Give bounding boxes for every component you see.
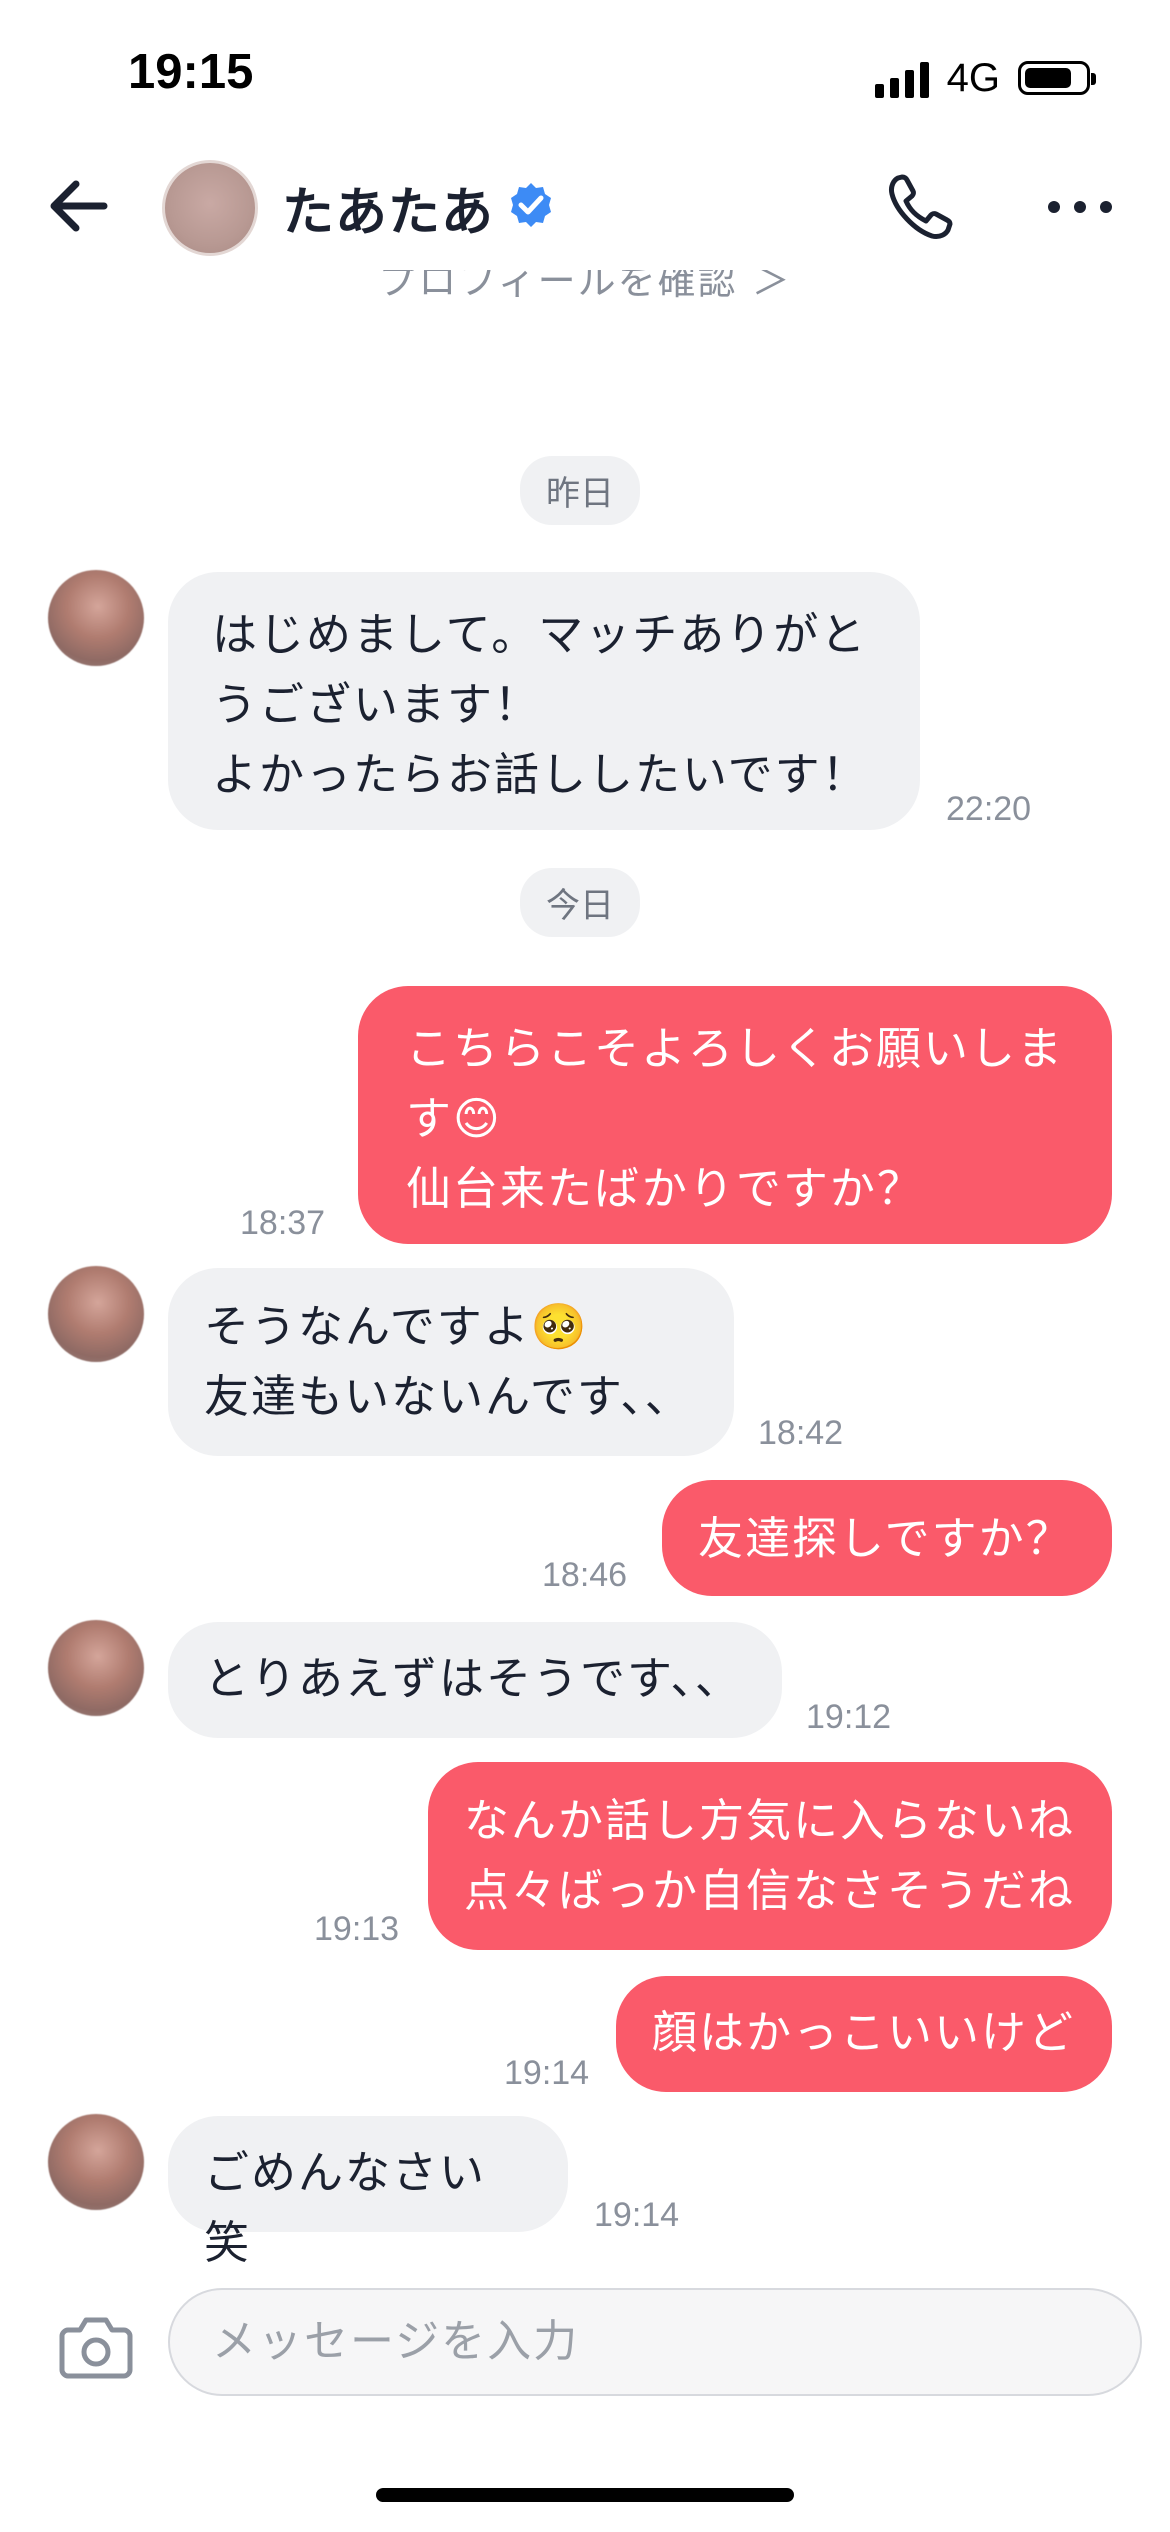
contact-name[interactable]: たあたあ <box>282 170 494 245</box>
message-time: 18:42 <box>758 1414 844 1452</box>
message-bubble-outgoing: なんか話し方気に入らないね 点々ばっか自信なさそうだね <box>428 1762 1112 1950</box>
date-chip-yesterday: 昨日 <box>520 456 640 525</box>
message-bubble-incoming: そうなんですよ🥺 友達もいないんです、、 <box>168 1268 734 1456</box>
sender-avatar[interactable] <box>48 1620 144 1716</box>
message-bubble-incoming: ごめんなさい笑 <box>168 2116 568 2269</box>
message-time: 19:14 <box>504 2054 590 2092</box>
profile-link[interactable]: プロフィールを確認 ＞ <box>0 270 1170 305</box>
date-chip-today: 今日 <box>520 868 640 937</box>
message-bubble-outgoing: こちらこそよろしくお願いしま す😊 仙台来たばかりですか？ <box>358 986 1112 1244</box>
message-bubble-incoming: とりあえずはそうです、、 <box>168 1622 782 1738</box>
network-label: 4G <box>946 55 1000 100</box>
message-time: 18:46 <box>542 1556 628 1594</box>
message-time: 19:12 <box>806 1698 892 1736</box>
home-indicator[interactable] <box>376 2488 794 2502</box>
contact-avatar[interactable] <box>162 160 258 256</box>
battery-icon <box>1018 61 1096 95</box>
status-icons: 4G <box>874 55 1096 100</box>
status-time: 19:15 <box>128 45 254 99</box>
sender-avatar[interactable] <box>48 570 144 666</box>
message-time: 19:13 <box>314 1910 400 1948</box>
message-bubble-incoming: はじめまして。マッチありがと うございます！ よかったらお話ししたいです！ <box>168 572 920 830</box>
phone-call-icon[interactable] <box>880 168 960 248</box>
message-bubble-outgoing: 友達探しですか？ <box>662 1480 1112 1596</box>
message-bubble-outgoing: 顔はかっこいいけど <box>616 1976 1112 2092</box>
verified-badge-icon <box>511 183 551 227</box>
signal-icon <box>874 58 929 98</box>
sender-avatar[interactable] <box>48 2114 144 2210</box>
message-input[interactable]: メッセージを入力 <box>168 2288 1142 2396</box>
back-arrow-icon[interactable] <box>40 166 120 246</box>
message-time: 19:14 <box>594 2196 680 2234</box>
message-time: 18:37 <box>240 1204 326 1242</box>
camera-icon[interactable] <box>58 2310 134 2380</box>
sender-avatar[interactable] <box>48 1266 144 1362</box>
message-time: 22:20 <box>946 790 1032 828</box>
more-options-icon[interactable] <box>1040 182 1120 232</box>
